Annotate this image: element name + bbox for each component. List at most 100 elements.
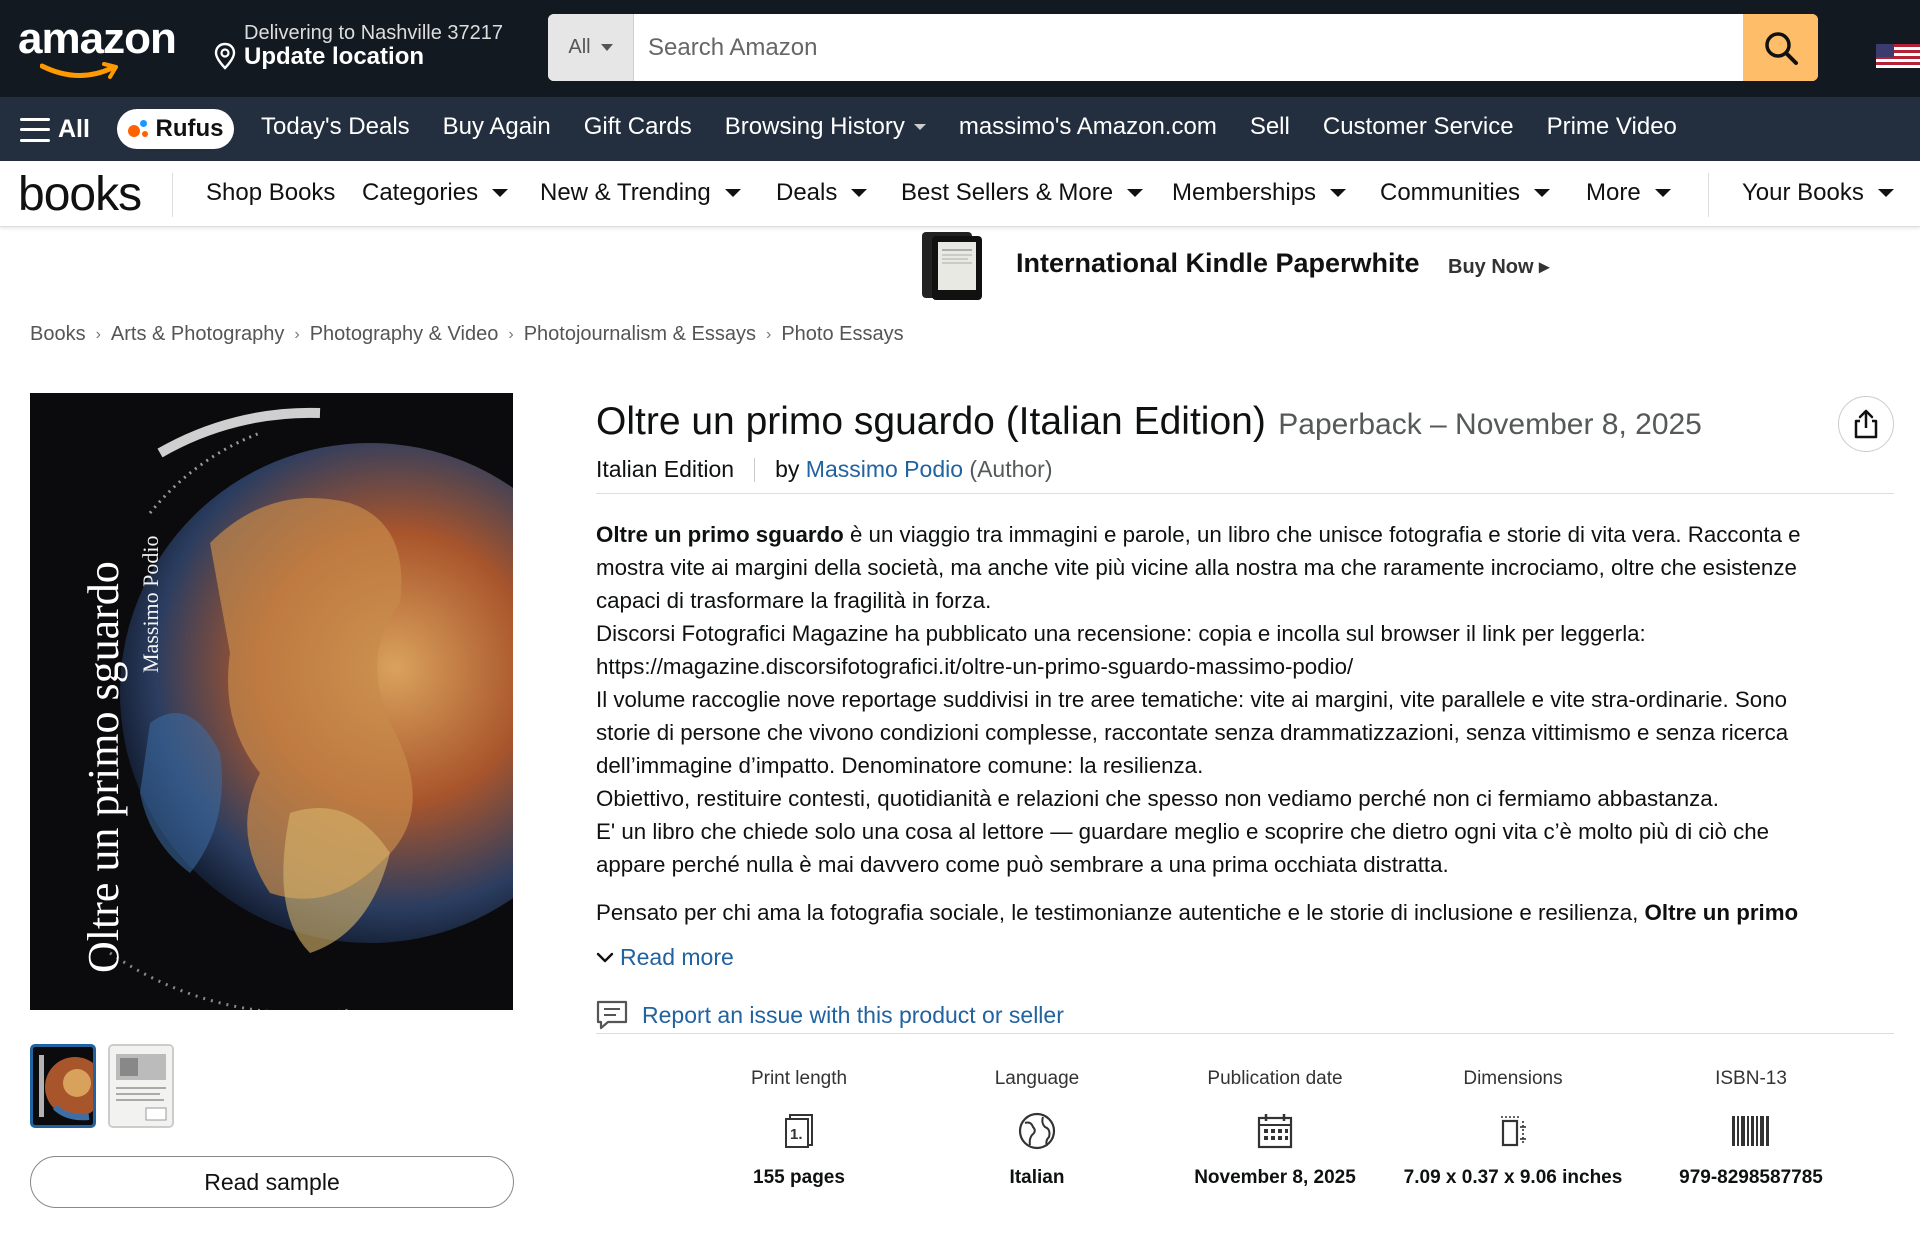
product-title-text: Oltre un primo sguardo (Italian Edition) — [596, 400, 1266, 443]
books-nav-best-sellers[interactable]: Best Sellers & More — [901, 179, 1143, 207]
book-cover-image[interactable]: Oltre un primo sguardo Massimo Podio — [30, 393, 513, 1010]
breadcrumb-books[interactable]: Books — [30, 323, 86, 346]
nav-sell[interactable]: Sell — [1250, 113, 1290, 141]
nav-links: Today's Deals Buy Again Gift Cards Brows… — [261, 113, 1710, 141]
product-attributes: Print length 1. 155 pages Language Itali… — [680, 1068, 1870, 1191]
book-description: Oltre un primo sguardo è un viaggio tra … — [596, 518, 1896, 929]
kindle-banner[interactable]: International Kindle Paperwhite Buy Now … — [918, 230, 1549, 300]
read-sample-button[interactable]: Read sample — [30, 1156, 514, 1208]
books-nav-more[interactable]: More — [1586, 179, 1671, 207]
read-more-toggle[interactable]: Read more — [596, 944, 734, 971]
page-count-icon: 1. — [785, 1114, 813, 1148]
rufus-button[interactable]: Rufus — [117, 109, 234, 149]
nav-prime-video[interactable]: Prime Video — [1547, 113, 1677, 141]
nav-buy-again[interactable]: Buy Again — [443, 113, 551, 141]
banner-buy-now[interactable]: Buy Now ▸ — [1448, 254, 1549, 279]
attribute-isbn13: ISBN-13 979-8298587785 — [1679, 1068, 1823, 1188]
attribute-language: Language Italian — [994, 1068, 1080, 1188]
share-button[interactable] — [1838, 396, 1894, 452]
nav-user-amazon[interactable]: massimo's Amazon.com — [959, 113, 1217, 141]
breadcrumb-photojournalism[interactable]: Photojournalism & Essays — [524, 323, 756, 346]
books-nav-new-trending[interactable]: New & Trending — [540, 179, 741, 207]
smile-arrow-icon — [40, 62, 118, 79]
dimensions-icon — [1501, 1116, 1526, 1147]
amazon-logo[interactable]: amazon — [18, 14, 183, 84]
nav-browsing-history[interactable]: Browsing History — [725, 113, 926, 141]
breadcrumb-arts-photography[interactable]: Arts & Photography — [111, 323, 284, 346]
nav-gift-cards[interactable]: Gift Cards — [584, 113, 692, 141]
image-thumbnails — [30, 1044, 174, 1128]
secondary-nav: All Rufus Today's Deals Buy Again Gift C… — [0, 97, 1920, 161]
chevron-right-icon: › — [508, 325, 514, 343]
description-line: capaci di trasformare la fragilità in fo… — [596, 588, 992, 613]
divider — [754, 457, 756, 482]
breadcrumb-photography-video[interactable]: Photography & Video — [310, 323, 499, 346]
books-logo[interactable]: books — [18, 167, 142, 222]
books-nav-your-books[interactable]: Your Books — [1742, 179, 1894, 207]
location-pin-icon — [214, 42, 236, 70]
hamburger-icon — [20, 117, 50, 142]
description-line: https://magazine.discorsifotografici.it/… — [596, 654, 1354, 679]
attribute-publication-date: Publication date November 8, 2025 — [1194, 1068, 1356, 1188]
description-fade — [596, 930, 1896, 944]
books-nav: books Shop Books Categories New & Trendi… — [0, 161, 1920, 227]
by-label: by — [775, 456, 800, 482]
description-line: E' un libro che chiede solo una cosa al … — [596, 819, 1770, 844]
deliver-to-text: Delivering to Nashville 37217 — [244, 22, 504, 44]
thumbnail-back-cover[interactable] — [108, 1044, 174, 1128]
caret-down-icon — [600, 44, 613, 51]
description-line: storie di persone che vivono condizioni … — [596, 720, 1789, 745]
chevron-right-icon: › — [766, 325, 772, 343]
thumbnail-back-image — [110, 1046, 172, 1126]
description-line: appare perché nulla è mai davvero come p… — [596, 852, 1449, 877]
calendar-icon — [1257, 1114, 1293, 1149]
search-icon — [1764, 31, 1798, 65]
us-flag-icon[interactable] — [1876, 44, 1920, 68]
product-format-date: Paperback – November 8, 2025 — [1278, 408, 1702, 441]
description-line: dell’immagine d’impatto. Denominatore co… — [596, 753, 1204, 778]
books-nav-communities[interactable]: Communities — [1380, 179, 1550, 207]
author-link[interactable]: Massimo Podio — [806, 456, 963, 483]
barcode-icon — [1732, 1116, 1769, 1146]
share-icon — [1854, 409, 1878, 439]
divider — [596, 1033, 1894, 1034]
banner-title: International Kindle Paperwhite — [1016, 248, 1420, 278]
nav-todays-deals[interactable]: Today's Deals — [261, 113, 410, 141]
report-issue-link[interactable]: Report an issue with this product or sel… — [596, 1000, 1064, 1030]
top-nav-bar: amazon Delivering to Nashville 37217 Upd… — [0, 0, 1920, 97]
kindle-device-image — [922, 232, 982, 300]
description-line: Obiettivo, restituire contesti, quotidia… — [596, 786, 1719, 811]
breadcrumb-photo-essays[interactable]: Photo Essays — [781, 323, 903, 346]
breadcrumb: Books › Arts & Photography › Photography… — [30, 323, 904, 346]
books-nav-memberships[interactable]: Memberships — [1172, 179, 1346, 207]
feedback-icon — [596, 1000, 628, 1030]
books-nav-deals[interactable]: Deals — [776, 179, 867, 207]
chevron-right-icon: › — [95, 325, 101, 343]
books-nav-shop-books[interactable]: Shop Books — [206, 179, 335, 207]
search-input[interactable] — [634, 14, 1743, 81]
nav-customer-service[interactable]: Customer Service — [1323, 113, 1514, 141]
thumbnail-cover-image — [33, 1047, 93, 1125]
description-line: Discorsi Fotografici Magazine ha pubblic… — [596, 621, 1646, 646]
description-line: Pensato per chi ama la fotografia social… — [596, 900, 1799, 925]
search-bar: All — [548, 14, 1818, 81]
byline: Italian Edition by Massimo Podio (Author… — [596, 456, 1053, 483]
cover-author: Massimo Podio — [138, 535, 163, 673]
description-line: Oltre un primo sguardo è un viaggio tra … — [596, 522, 1801, 547]
search-button[interactable] — [1743, 14, 1818, 81]
thumbnail-cover[interactable] — [30, 1044, 96, 1128]
books-nav-categories[interactable]: Categories — [362, 179, 508, 207]
chevron-down-icon — [596, 952, 614, 962]
all-menu-button[interactable]: All — [20, 115, 90, 144]
edition-label: Italian Edition — [596, 456, 735, 482]
attribute-dimensions: Dimensions 7.09 x 0.37 x 9.06 inches — [1403, 1068, 1623, 1188]
update-location-text: Update location — [244, 43, 425, 70]
divider — [596, 493, 1894, 494]
divider — [172, 173, 173, 217]
svg-text:1.: 1. — [790, 1126, 803, 1143]
product-title: Oltre un primo sguardo (Italian Edition)… — [596, 400, 1702, 444]
search-department-select[interactable]: All — [548, 14, 634, 81]
description-line: Il volume raccoglie nove reportage suddi… — [596, 687, 1787, 712]
globe-icon — [1018, 1112, 1056, 1150]
author-role: (Author) — [969, 456, 1053, 482]
